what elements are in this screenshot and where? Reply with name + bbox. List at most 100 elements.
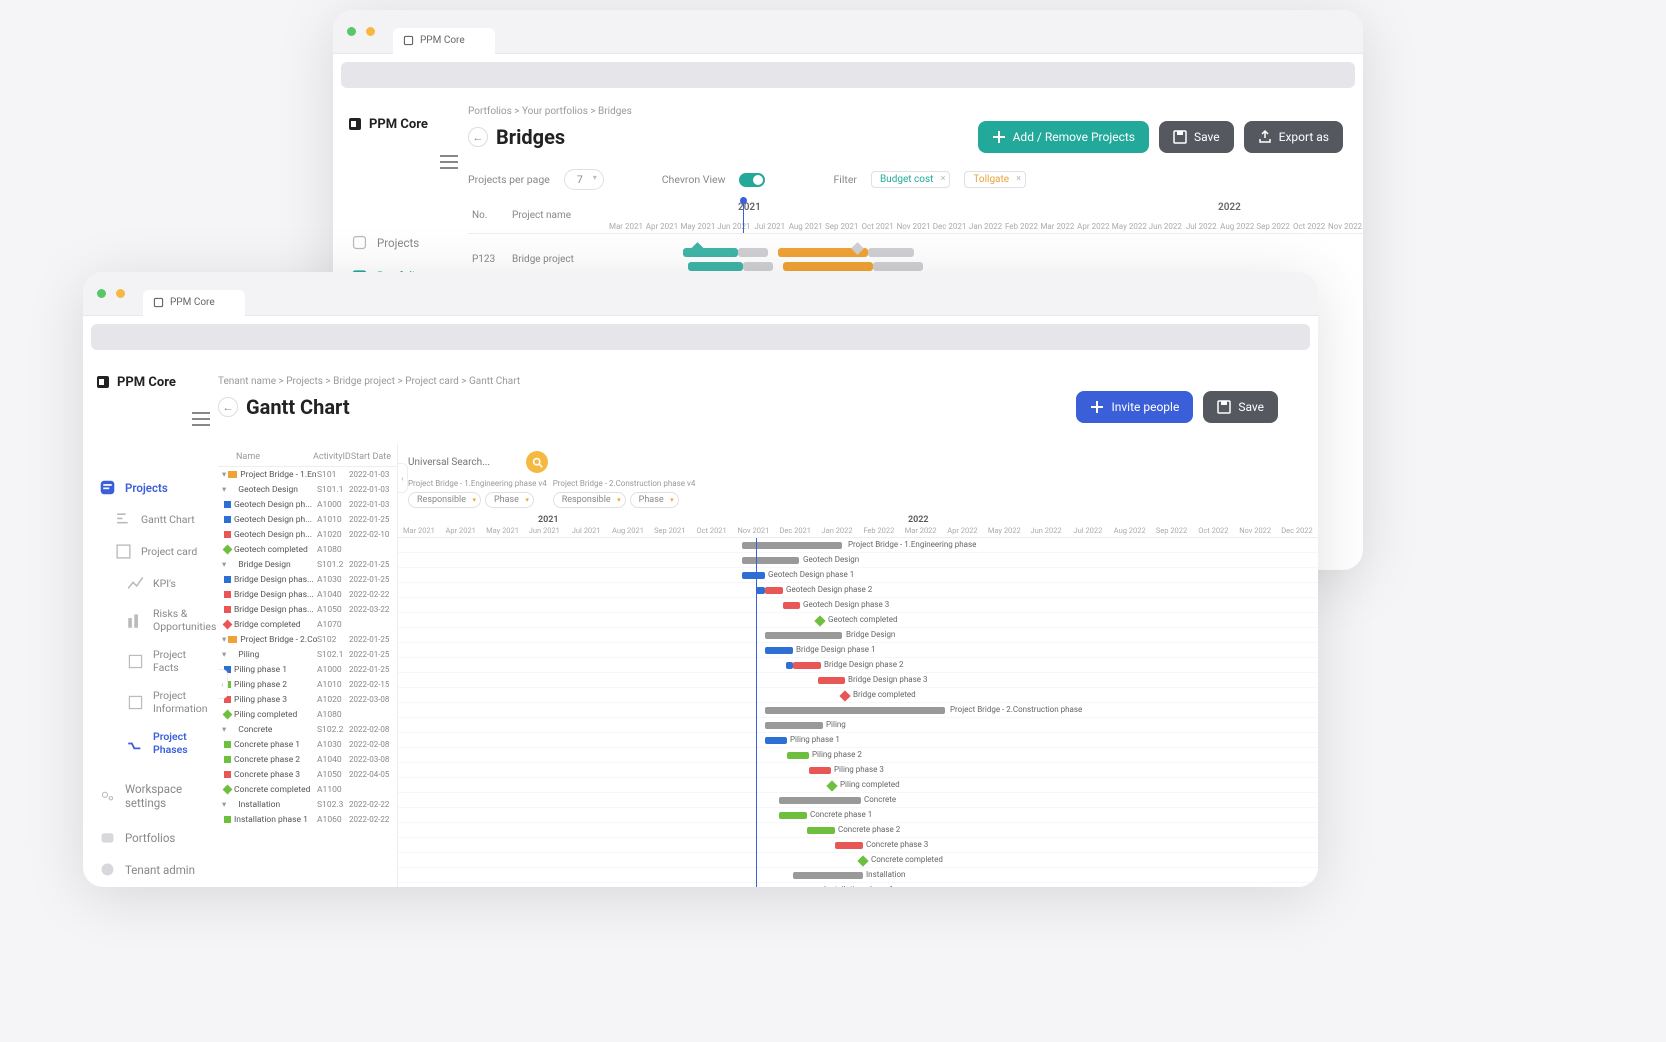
gantt-bar[interactable] bbox=[779, 812, 807, 819]
task-row[interactable]: Geotech Design ph...A10202022-02-10 bbox=[218, 527, 397, 542]
filter-pill[interactable]: Phase▾ bbox=[485, 492, 534, 508]
invite-people-button[interactable]: Invite people bbox=[1076, 391, 1193, 423]
task-row[interactable]: Geotech Design ph...A10102022-01-25 bbox=[218, 512, 397, 527]
browser-chrome: PPM Core bbox=[83, 272, 1318, 316]
task-row[interactable]: Piling phase 1A10002022-01-25 bbox=[218, 662, 397, 677]
nav-portfolios[interactable]: Portfolios bbox=[91, 822, 210, 853]
task-row[interactable]: ▾Bridge DesignS101.22022-01-25 bbox=[218, 557, 397, 572]
gantt-bar[interactable] bbox=[809, 767, 831, 774]
filter-pill[interactable]: Responsible▾ bbox=[408, 492, 481, 508]
gantt-chart-panel[interactable]: ‹ Project Bridge - 1.Engineering phase v… bbox=[398, 443, 1318, 887]
nav-project-facts[interactable]: Project Facts bbox=[91, 641, 210, 681]
task-row[interactable]: ▾ConcreteS102.22022-02-08 bbox=[218, 722, 397, 737]
breadcrumb[interactable]: Tenant name > Projects > Bridge project … bbox=[218, 366, 1298, 391]
menu-toggle-icon[interactable] bbox=[440, 154, 458, 173]
task-row[interactable]: Concrete phase 2A10402022-03-08 bbox=[218, 752, 397, 767]
back-button[interactable]: ← bbox=[468, 127, 488, 147]
close-icon[interactable]: × bbox=[1016, 174, 1021, 184]
nav-gantt-chart[interactable]: Gantt Chart bbox=[91, 504, 210, 535]
back-button[interactable]: ← bbox=[218, 397, 238, 417]
gantt-bar[interactable] bbox=[765, 587, 783, 594]
gantt-bar[interactable] bbox=[765, 647, 793, 654]
task-row[interactable]: ▾Geotech DesignS101.12022-01-03 bbox=[218, 482, 397, 497]
gantt-bar[interactable] bbox=[835, 842, 863, 849]
close-icon[interactable]: × bbox=[941, 174, 946, 184]
task-row[interactable]: ▾InstallationS102.32022-02-22 bbox=[218, 797, 397, 812]
gantt-bar-label: Geotech Design phase 1 bbox=[768, 570, 854, 577]
chevron-view-toggle[interactable] bbox=[739, 173, 765, 187]
collapse-handle[interactable]: ‹ bbox=[398, 463, 408, 493]
save-button[interactable]: Save bbox=[1203, 391, 1278, 423]
task-row[interactable]: Piling phase 3A10202022-03-08 bbox=[218, 692, 397, 707]
task-row[interactable]: Installation phase 1A10602022-02-22 bbox=[218, 812, 397, 827]
gantt-milestone[interactable] bbox=[839, 690, 850, 701]
gantt-row: Bridge Design phase 2 bbox=[398, 658, 1318, 673]
task-row[interactable]: Bridge Design phas...A10502022-03-22 bbox=[218, 602, 397, 617]
filter-chip-tollgate[interactable]: Tollgate× bbox=[964, 171, 1026, 188]
task-row[interactable]: Concrete phase 1A10302022-02-08 bbox=[218, 737, 397, 752]
nav-projects[interactable]: Projects bbox=[91, 472, 210, 503]
projects-per-page-select[interactable]: 7▾ bbox=[564, 169, 604, 190]
task-row[interactable]: Bridge Design phas...A10302022-01-25 bbox=[218, 572, 397, 587]
task-row[interactable]: Piling phase 2A10102022-02-15 bbox=[218, 677, 397, 692]
gantt-bar[interactable] bbox=[787, 752, 809, 759]
task-row[interactable]: Geotech Design ph...A10002022-01-03 bbox=[218, 497, 397, 512]
gantt-bar[interactable] bbox=[742, 542, 842, 549]
browser-tab[interactable]: PPM Core bbox=[143, 290, 245, 316]
nav-risks[interactable]: Risks & Opportunities bbox=[91, 600, 210, 640]
task-row[interactable]: Geotech completedA1080 bbox=[218, 542, 397, 557]
breadcrumb[interactable]: Portfolios > Your portfolios > Bridges bbox=[468, 96, 1363, 121]
gantt-bar[interactable] bbox=[765, 707, 945, 714]
gantt-bar[interactable] bbox=[783, 602, 800, 609]
column-header-date: Start Date bbox=[351, 452, 391, 462]
nav-projects[interactable]: Projects bbox=[343, 227, 458, 258]
gantt-chart: ‹ Name ActivityID Start Date ▾Project Br… bbox=[218, 443, 1318, 887]
gantt-milestone[interactable] bbox=[814, 615, 825, 626]
gantt-bar[interactable] bbox=[742, 557, 799, 564]
plus-icon bbox=[992, 130, 1006, 144]
chevron-view-label: Chevron View bbox=[662, 173, 726, 186]
url-bar[interactable] bbox=[341, 62, 1355, 88]
filter-pill[interactable]: Phase▾ bbox=[630, 492, 679, 508]
nav-workspace-settings[interactable]: Workspace settings bbox=[91, 775, 210, 817]
nav-project-info[interactable]: Project Information bbox=[91, 682, 210, 722]
task-row[interactable]: ▾PilingS102.12022-01-25 bbox=[218, 647, 397, 662]
browser-tab[interactable]: PPM Core bbox=[393, 28, 495, 54]
task-row[interactable]: Bridge Design phas...A10402022-02-22 bbox=[218, 587, 397, 602]
export-button[interactable]: Export as bbox=[1244, 121, 1343, 153]
collapse-handle[interactable]: ‹ bbox=[218, 669, 228, 699]
gantt-bar[interactable] bbox=[765, 737, 787, 744]
gantt-row: Geotech Design phase 1 bbox=[398, 568, 1318, 583]
gantt-milestone[interactable] bbox=[857, 855, 868, 866]
task-row[interactable]: ▾Project Bridge - 2.Constr...S1022022-01… bbox=[218, 632, 397, 647]
gantt-bar[interactable] bbox=[807, 827, 835, 834]
filter-chip-budget[interactable]: Budget cost× bbox=[871, 171, 950, 188]
task-row[interactable]: Concrete completedA1100 bbox=[218, 782, 397, 797]
task-row[interactable]: ▾Project Bridge - 1.EngineeS1012022-01-0… bbox=[218, 467, 397, 482]
gantt-bar[interactable] bbox=[793, 662, 821, 669]
nav-project-phases[interactable]: Project Phases bbox=[91, 723, 210, 763]
nav-project-card[interactable]: Project card bbox=[91, 536, 210, 567]
gantt-bar[interactable] bbox=[779, 797, 861, 804]
gantt-bar[interactable] bbox=[793, 872, 863, 879]
gantt-row: Piling bbox=[398, 718, 1318, 733]
gantt-row: Piling phase 2 bbox=[398, 748, 1318, 763]
task-row[interactable]: Bridge completedA1070 bbox=[218, 617, 397, 632]
url-bar[interactable] bbox=[91, 324, 1310, 350]
task-row[interactable]: Piling completedA1080 bbox=[218, 707, 397, 722]
menu-toggle-icon[interactable] bbox=[192, 411, 210, 430]
gantt-bar[interactable] bbox=[765, 632, 842, 639]
filter-pill[interactable]: Responsible▾ bbox=[553, 492, 626, 508]
gantt-bar[interactable] bbox=[818, 677, 845, 684]
gantt-bar[interactable] bbox=[765, 722, 823, 729]
gantt-bar[interactable] bbox=[742, 572, 765, 579]
search-button[interactable] bbox=[526, 451, 548, 473]
add-remove-projects-button[interactable]: Add / Remove Projects bbox=[978, 121, 1149, 153]
nav-tenant-admin[interactable]: Tenant admin bbox=[91, 854, 210, 885]
search-input[interactable] bbox=[408, 457, 518, 468]
save-button[interactable]: Save bbox=[1159, 121, 1234, 153]
task-row[interactable]: Concrete phase 3A10502022-04-05 bbox=[218, 767, 397, 782]
nav-kpis[interactable]: KPI's bbox=[91, 568, 210, 599]
gantt-bar-label: Piling completed bbox=[840, 780, 900, 787]
gantt-milestone[interactable] bbox=[826, 780, 837, 791]
